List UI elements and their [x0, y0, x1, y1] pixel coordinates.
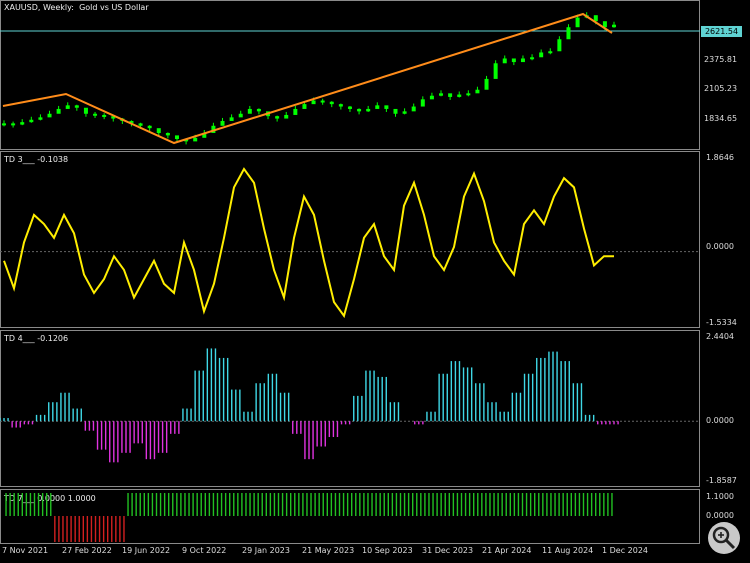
date-tick: 7 Nov 2021 — [2, 546, 49, 555]
price-candle — [338, 104, 343, 107]
price-candle — [29, 119, 34, 123]
date-tick: 9 Oct 2022 — [182, 546, 227, 555]
price-candle — [56, 108, 61, 114]
price-candle — [247, 108, 252, 114]
price-candle — [193, 137, 198, 142]
price-candle — [238, 113, 243, 118]
date-tick: 21 May 2023 — [302, 546, 355, 555]
price-candle — [502, 58, 507, 64]
price-candle — [357, 108, 362, 112]
price-candle — [484, 78, 489, 90]
price-candle — [302, 104, 307, 109]
price-candle — [366, 108, 371, 112]
price-candle — [448, 93, 453, 97]
date-tick: 31 Dec 2023 — [422, 546, 474, 555]
date-axis[interactable]: 7 Nov 2021 27 Feb 2022 19 Jun 2022 9 Oct 20… — [0, 544, 700, 562]
price-candle — [411, 106, 416, 112]
price-candle — [475, 89, 480, 94]
price-candle — [375, 105, 380, 109]
price-candle — [520, 58, 525, 63]
price-candle — [575, 17, 580, 28]
td3-series-line — [3, 167, 614, 319]
date-tick: 29 Jan 2023 — [242, 546, 290, 555]
price-candle — [530, 57, 535, 60]
price-candle — [384, 105, 389, 109]
price-candle — [402, 111, 407, 114]
price-candle — [102, 114, 107, 117]
price-candle — [393, 108, 398, 114]
price-candle — [2, 123, 6, 126]
price-candle — [612, 24, 616, 28]
date-tick: 11 Aug 2024 — [542, 546, 594, 555]
price-candle — [38, 117, 43, 120]
price-candle — [539, 52, 544, 58]
price-candle — [466, 93, 471, 96]
price-candle — [457, 94, 462, 97]
price-candle — [65, 105, 70, 109]
price-candle — [11, 123, 16, 126]
price-candle — [83, 107, 88, 114]
date-tick: 27 Feb 2022 — [62, 546, 112, 555]
price-candle — [174, 135, 179, 139]
zoom-button[interactable] — [708, 522, 740, 554]
plot-layer — [0, 12, 700, 542]
price-candle — [347, 106, 352, 109]
price-candle — [20, 122, 25, 125]
price-candle — [311, 100, 316, 105]
price-candle — [429, 95, 434, 100]
chart-window: XAUUSD, Weekly: Gold vs US Dollar 2621.5… — [0, 0, 750, 563]
price-candle — [147, 125, 152, 129]
date-tick: 1 Dec 2024 — [602, 546, 649, 555]
price-candle — [93, 113, 98, 116]
magnifier-icon — [712, 526, 736, 550]
price-candle — [156, 128, 161, 133]
price-candle — [566, 27, 571, 40]
date-tick: 19 Jun 2022 — [122, 546, 171, 555]
price-candle — [493, 63, 498, 79]
price-candle — [229, 117, 234, 121]
date-tick: 21 Apr 2024 — [482, 546, 532, 555]
date-tick: 10 Sep 2023 — [362, 546, 413, 555]
price-candle — [511, 58, 516, 63]
price-candle — [293, 108, 298, 115]
price-candle — [74, 105, 79, 108]
trend-line — [2, 12, 613, 145]
price-candle — [220, 120, 225, 126]
price-candle — [557, 39, 562, 52]
price-candle — [165, 132, 170, 136]
price-candle — [439, 93, 444, 96]
price-candle — [284, 114, 289, 119]
price-candle — [256, 108, 261, 112]
price-candle — [420, 99, 425, 107]
price-candle — [47, 113, 52, 118]
price-candle — [320, 100, 325, 103]
price-candle — [275, 116, 280, 119]
price-candle — [548, 51, 553, 54]
price-candle — [329, 101, 334, 105]
price-candle — [138, 123, 143, 126]
